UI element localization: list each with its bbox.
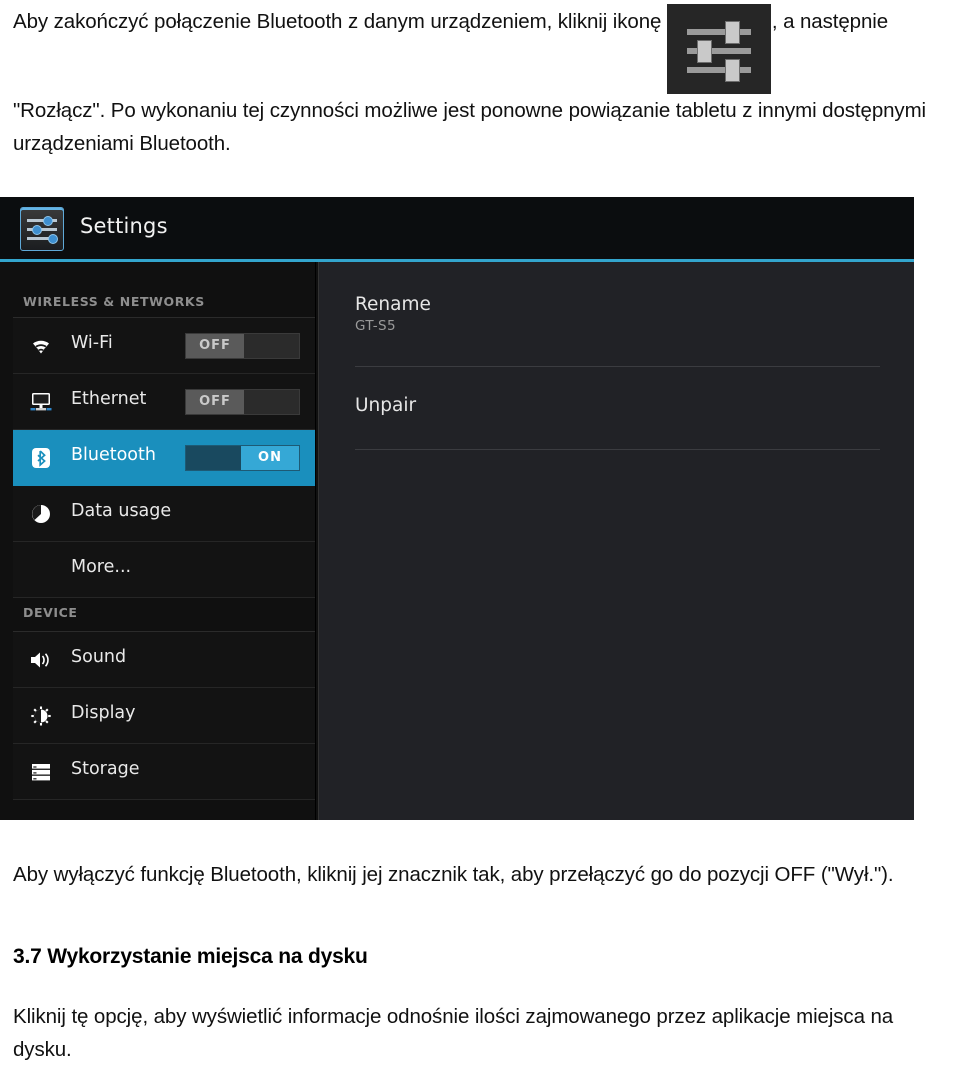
- intro-paragraph: Aby zakończyć połączenie Bluetooth z dan…: [13, 4, 953, 160]
- wifi-toggle-label: OFF: [186, 334, 244, 358]
- closing-paragraph: Kliknij tę opcję, aby wyświetlić informa…: [13, 1005, 894, 1061]
- android-settings-screenshot: Settings WIRELESS & NETWORKS Wi-Fi OFF E…: [0, 197, 914, 820]
- sidebar-item-bluetooth[interactable]: Bluetooth ON: [13, 430, 315, 486]
- ethernet-toggle[interactable]: OFF: [185, 389, 300, 415]
- sidebar-item-more[interactable]: More...: [13, 542, 315, 598]
- intro-paragraph-line1: Aby zakończyć połączenie Bluetooth z dan…: [13, 10, 662, 33]
- sidebar-item-display[interactable]: Display: [13, 688, 315, 744]
- section-header-wireless: WIRELESS & NETWORKS: [13, 290, 315, 318]
- bluetooth-toggle-label: ON: [241, 446, 299, 470]
- sidebar-item-wifi[interactable]: Wi-Fi OFF: [13, 318, 315, 374]
- detail-item-title: Rename: [355, 294, 431, 315]
- wifi-toggle[interactable]: OFF: [185, 333, 300, 359]
- sidebar-item-label: Wi-Fi: [71, 333, 113, 353]
- detail-item-rename[interactable]: Rename GT-S5: [355, 284, 880, 367]
- sidebar-item-ethernet[interactable]: Ethernet OFF: [13, 374, 315, 430]
- sidebar-item-label: Ethernet: [71, 389, 147, 409]
- sidebar-item-storage[interactable]: Storage: [13, 744, 315, 800]
- sidebar-item-data-usage[interactable]: Data usage: [13, 486, 315, 542]
- bluetooth-toggle[interactable]: ON: [185, 445, 300, 471]
- ethernet-toggle-label: OFF: [186, 390, 244, 414]
- sound-icon: [29, 649, 53, 671]
- detail-item-title: Unpair: [355, 395, 417, 416]
- sidebar-item-label: Bluetooth: [71, 445, 156, 465]
- settings-body: WIRELESS & NETWORKS Wi-Fi OFF Ethernet O…: [0, 262, 914, 820]
- bluetooth-icon: [29, 447, 53, 469]
- after-paragraph: Aby wyłączyć funkcję Bluetooth, kliknij …: [13, 863, 894, 886]
- sidebar-item-label: Sound: [71, 647, 127, 667]
- sidebar-item-label: Storage: [71, 759, 140, 779]
- sidebar-item-label: Display: [71, 703, 136, 723]
- settings-sliders-icon: [666, 4, 771, 94]
- bluetooth-detail-panel: Rename GT-S5 Unpair: [318, 262, 914, 820]
- storage-icon: [29, 761, 53, 783]
- action-bar: Settings: [0, 197, 914, 259]
- page-title: Settings: [80, 214, 168, 238]
- settings-list[interactable]: WIRELESS & NETWORKS Wi-Fi OFF Ethernet O…: [13, 262, 316, 820]
- display-icon: [29, 705, 53, 727]
- detail-item-subtitle: GT-S5: [355, 318, 397, 334]
- settings-sliders-icon[interactable]: [20, 207, 64, 251]
- section-header-device: DEVICE: [13, 598, 315, 632]
- sidebar-item-label: Data usage: [71, 501, 172, 521]
- section-heading: 3.7 Wykorzystanie miejsca na dysku: [13, 945, 368, 968]
- data-usage-icon: [29, 503, 53, 525]
- sidebar-item-sound[interactable]: Sound: [13, 632, 315, 688]
- wifi-icon: [29, 335, 53, 357]
- detail-item-unpair[interactable]: Unpair: [355, 367, 880, 450]
- ethernet-icon: [29, 391, 53, 413]
- sidebar-item-label: More...: [71, 557, 132, 577]
